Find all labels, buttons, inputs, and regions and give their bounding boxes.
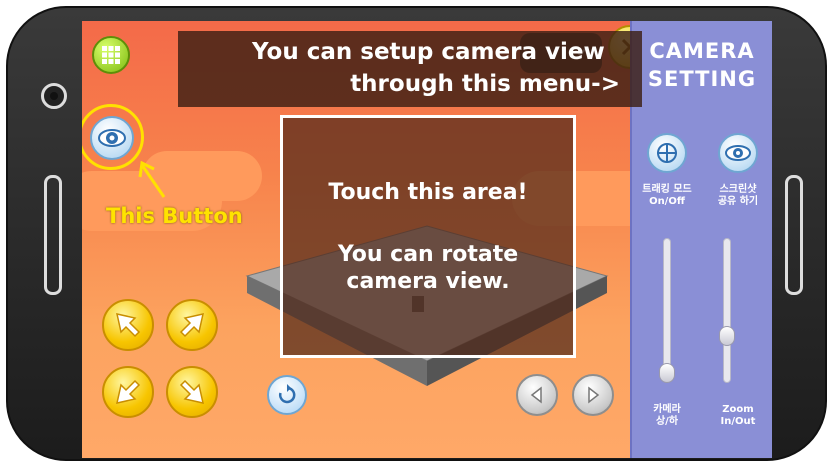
panel-title-line2: SETTING	[647, 67, 757, 91]
zoom-label-line2: In/Out	[720, 416, 756, 427]
phone-left-button	[44, 175, 62, 295]
game-screen[interactable]: CAMERA SETTING 트래킹 모드 On/Off 스크린샷 공유 하기 …	[82, 21, 772, 458]
arrow-up-right-icon	[179, 313, 204, 338]
next-button[interactable]	[572, 374, 614, 416]
screenshot-share-label-line2: 공유 하기	[717, 196, 759, 207]
touch-hint-line3: camera view.	[346, 269, 510, 294]
move-up-right-button[interactable]	[166, 299, 218, 351]
arrow-down-left-icon	[116, 379, 141, 404]
camera-setting-button[interactable]	[90, 116, 134, 160]
screenshot-share-label-line1: 스크린샷	[719, 184, 757, 195]
phone-frame: CAMERA SETTING 트래킹 모드 On/Off 스크린샷 공유 하기 …	[6, 6, 827, 461]
menu-hint-caption: You can setup camera view through this m…	[178, 31, 642, 107]
grid-icon	[102, 46, 120, 64]
eye-icon	[725, 145, 751, 161]
arrow-up-left-icon	[116, 313, 141, 338]
tracking-mode-label-line1: 트래킹 모드	[642, 184, 692, 195]
camera-tilt-label: 카메라 상/하	[632, 404, 702, 428]
zoom-label-line1: Zoom	[722, 404, 754, 415]
reset-rotation-button[interactable]	[267, 375, 307, 415]
menu-hint-line1: You can setup camera view	[252, 39, 605, 65]
panel-title-line1: CAMERA	[649, 39, 755, 63]
camera-setting-panel: CAMERA SETTING 트래킹 모드 On/Off 스크린샷 공유 하기 …	[630, 21, 772, 458]
screenshot-share-label: 스크린샷 공유 하기	[703, 184, 772, 208]
move-up-left-button[interactable]	[102, 299, 154, 351]
touch-hint-line2: You can rotate	[337, 242, 519, 267]
screenshot-share-button[interactable]	[718, 133, 758, 173]
arrow-down-right-icon	[179, 379, 204, 404]
arrow-right-icon	[588, 386, 600, 404]
tracking-mode-label: 트래킹 모드 On/Off	[632, 184, 702, 208]
eye-icon	[98, 129, 126, 147]
prev-button[interactable]	[516, 374, 558, 416]
phone-right-button	[785, 175, 803, 295]
touch-area-overlay[interactable]: Touch this area! You can rotate camera v…	[280, 115, 576, 358]
tracking-mode-button[interactable]	[647, 133, 687, 173]
crosshair-icon	[657, 143, 677, 163]
touch-hint-line1: Touch this area!	[328, 180, 528, 205]
arrow-left-icon	[530, 386, 542, 404]
zoom-slider-thumb[interactable]	[719, 325, 735, 346]
camera-tilt-slider-thumb[interactable]	[659, 363, 675, 383]
move-down-left-button[interactable]	[102, 366, 154, 418]
camera-tilt-slider[interactable]	[663, 238, 671, 383]
rotate-reset-icon	[278, 384, 296, 404]
menu-hint-line2: through this menu->	[350, 71, 620, 97]
zoom-slider[interactable]	[723, 238, 731, 383]
phone-camera	[41, 83, 67, 109]
this-button-label: This Button	[106, 204, 243, 228]
move-down-right-button[interactable]	[166, 366, 218, 418]
grid-menu-button[interactable]	[92, 36, 130, 74]
camera-tilt-label-line2: 상/하	[655, 416, 679, 427]
annotation-arrow	[138, 160, 166, 198]
camera-tilt-label-line1: 카메라	[653, 404, 681, 415]
zoom-label: Zoom In/Out	[703, 404, 772, 428]
tracking-mode-label-line2: On/Off	[649, 196, 685, 207]
